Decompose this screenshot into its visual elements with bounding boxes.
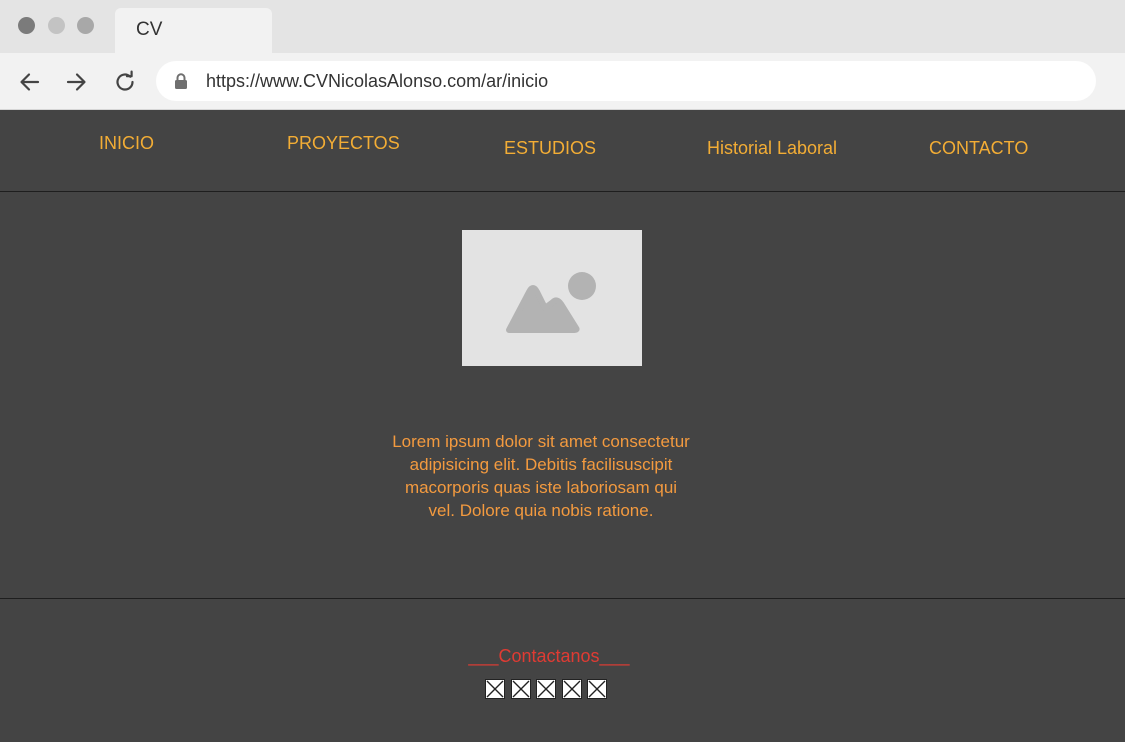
social-links (485, 679, 613, 701)
broken-image-icon[interactable] (510, 679, 531, 699)
broken-image-icon[interactable] (587, 679, 607, 699)
reload-icon[interactable] (112, 69, 138, 95)
nav-proyectos[interactable]: PROYECTOS (287, 133, 400, 154)
broken-image-icon[interactable] (561, 679, 582, 699)
address-bar[interactable]: https://www.CVNicolasAlonso.com/ar/inici… (156, 61, 1096, 101)
window-maximize-dot[interactable] (77, 17, 94, 34)
footer: ___Contactanos___ (0, 600, 1125, 742)
lock-icon (174, 73, 188, 89)
window-minimize-dot[interactable] (48, 17, 65, 34)
nav-inicio[interactable]: INICIO (99, 133, 154, 154)
nav-contacto[interactable]: CONTACTO (929, 138, 1028, 159)
broken-image-icon[interactable] (536, 679, 556, 699)
window-close-dot[interactable] (18, 17, 35, 34)
browser-tab-bar: CV (0, 0, 1125, 53)
tab-title: CV (136, 19, 163, 40)
forward-arrow-icon[interactable] (63, 69, 89, 95)
back-arrow-icon[interactable] (17, 69, 43, 95)
browser-toolbar: https://www.CVNicolasAlonso.com/ar/inici… (0, 53, 1125, 110)
site-navigation: INICIO PROYECTOS ESTUDIOS Historial Labo… (0, 110, 1125, 192)
main-content: Lorem ipsum dolor sit amet consectetur a… (0, 193, 1125, 599)
url-text: https://www.CVNicolasAlonso.com/ar/inici… (206, 71, 549, 91)
contact-title: ___Contactanos___ (468, 646, 630, 666)
broken-image-icon[interactable] (485, 679, 505, 699)
image-placeholder-icon (506, 272, 596, 333)
profile-image-placeholder (462, 230, 642, 366)
bio-text: Lorem ipsum dolor sit amet consectetur a… (392, 432, 690, 520)
browser-tab[interactable]: CV (115, 8, 272, 53)
nav-historial-laboral[interactable]: Historial Laboral (707, 138, 837, 159)
nav-estudios[interactable]: ESTUDIOS (504, 138, 596, 159)
